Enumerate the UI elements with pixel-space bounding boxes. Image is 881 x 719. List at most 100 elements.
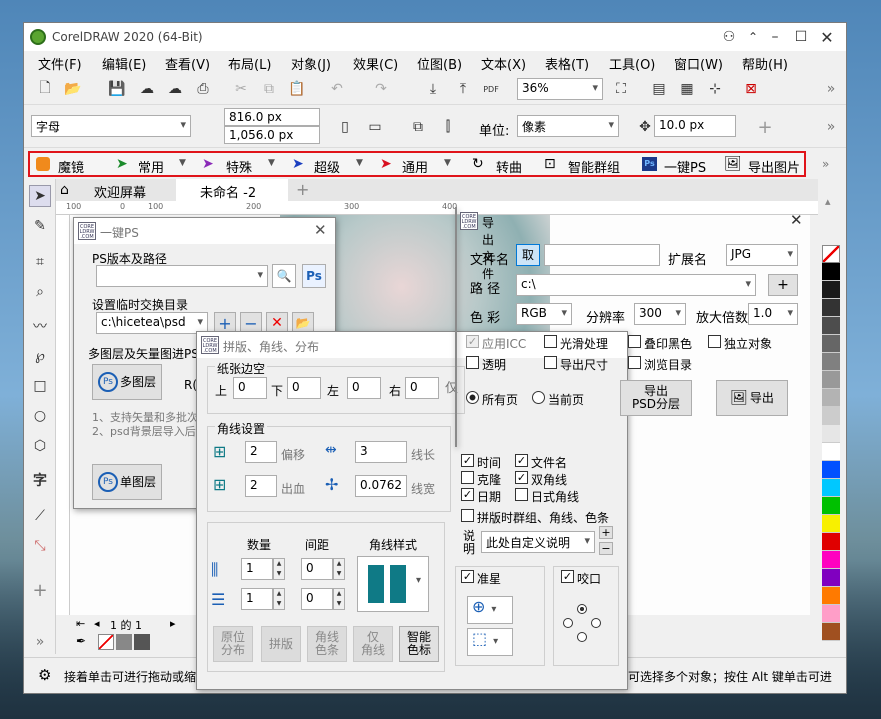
scale-select[interactable]: 1.0 [748, 303, 798, 325]
swatch-gray20[interactable] [822, 407, 840, 425]
account-icon[interactable]: ⚇ [718, 26, 740, 48]
polygon-tool-icon[interactable]: ⬡ [29, 435, 51, 457]
swatch-orange[interactable] [822, 587, 840, 605]
corner-only-button[interactable]: 仅 角线 [353, 626, 393, 662]
swatch-red[interactable] [822, 533, 840, 551]
guidelines-icon[interactable]: ⊹ [704, 78, 726, 100]
swatch-gray70[interactable] [822, 317, 840, 335]
time-checkbox[interactable]: ✓ [461, 454, 474, 467]
swatch-blue[interactable] [822, 461, 840, 479]
plugin-convert-curve[interactable]: 转曲 [496, 157, 522, 176]
temp-dir-select[interactable]: c:\hicetea\psd [96, 312, 208, 334]
plugin-magic-mirror[interactable]: 魔镜 [58, 157, 84, 176]
freehand-tool-icon[interactable]: 〰 [29, 315, 51, 337]
propbar-overflow-icon[interactable]: » [820, 116, 842, 138]
japanese-corner-checkbox[interactable] [515, 488, 528, 501]
plugin-general[interactable]: 通用 [402, 157, 428, 176]
swatch-white[interactable] [822, 443, 840, 461]
rows-spinner[interactable]: ▲ ▼ [273, 588, 285, 610]
first-page-icon[interactable]: ⇤ [76, 617, 85, 630]
ps-panel-close-icon[interactable]: ✕ [314, 221, 327, 239]
export-button[interactable]: 🖼 导出 [716, 380, 788, 416]
plugin-special[interactable]: 特殊 [226, 157, 252, 176]
swatch-gray60[interactable] [822, 335, 840, 353]
target-style-select[interactable]: ⊕ ▾ [467, 596, 513, 624]
smoothing-checkbox[interactable] [544, 335, 557, 348]
new-document-icon[interactable]: 🗋 [34, 78, 56, 100]
crop-tool-icon[interactable]: ⌗ [29, 251, 51, 273]
add-icon[interactable]: + [754, 116, 776, 138]
filename-input[interactable] [544, 244, 660, 266]
zoom-select[interactable]: 36% [517, 78, 603, 100]
pdf-icon[interactable]: PDF [480, 78, 502, 100]
paste-icon[interactable]: 📋 [286, 78, 308, 100]
open-icon[interactable]: 📂 [62, 78, 84, 100]
prev-page-icon[interactable]: ◂ [94, 617, 100, 630]
text-tool-icon[interactable]: 字 [29, 469, 51, 491]
eyedropper-icon[interactable]: ✒ [76, 634, 86, 648]
margin-top-field[interactable]: 0 [233, 377, 267, 399]
plugin-smart-group[interactable]: 智能群组 [568, 157, 620, 176]
zoom-tool-icon[interactable]: ⌕ [29, 281, 51, 303]
toolbox-overflow-icon[interactable]: » [29, 631, 51, 653]
ps-version-select[interactable] [96, 265, 268, 287]
palette-up-icon[interactable]: ▴ [825, 195, 831, 208]
menu-object[interactable]: 对象(J) [291, 54, 331, 73]
minimize-icon[interactable]: – [764, 26, 786, 48]
ellipse-tool-icon[interactable]: ○ [29, 405, 51, 427]
menu-view[interactable]: 查看(V) [165, 54, 210, 73]
menu-bitmap[interactable]: 位图(B) [417, 54, 462, 73]
nudge-field[interactable]: 10.0 px [654, 115, 736, 137]
snap-off-icon[interactable]: ⊠ [740, 78, 762, 100]
overprint-black-checkbox[interactable] [628, 335, 641, 348]
redo-icon[interactable]: ↷ [370, 78, 392, 100]
settings-gear-icon[interactable]: ⚙ [38, 666, 51, 684]
separate-objects-checkbox[interactable] [708, 335, 721, 348]
special-dropdown-icon[interactable]: ▼ [268, 158, 275, 168]
swatch-gray50[interactable] [822, 353, 840, 371]
columns-field[interactable]: 1 [241, 558, 273, 580]
menu-effects[interactable]: 效果(C) [353, 54, 398, 73]
swatch-black[interactable] [822, 263, 840, 281]
copy-icon[interactable]: ⧉ [258, 78, 280, 100]
toolbar-overflow-icon[interactable]: » [820, 78, 842, 100]
general-dropdown-icon[interactable]: ▼ [444, 158, 451, 168]
vgap-spinner[interactable]: ▲ ▼ [333, 588, 345, 610]
export-icon[interactable]: ⤒ [452, 78, 474, 100]
common-dropdown-icon[interactable]: ▼ [179, 158, 186, 168]
swatch-gray[interactable] [116, 634, 132, 650]
path-add-icon[interactable]: + [768, 274, 798, 296]
ribbon-toggle-icon[interactable]: ⌃ [742, 26, 764, 48]
portrait-icon[interactable]: ▯ [334, 116, 356, 138]
artistic-media-icon[interactable]: ℘ [29, 345, 51, 367]
single-layer-button[interactable]: Ps 单图层 [92, 464, 162, 500]
swatch-gray90[interactable] [822, 281, 840, 299]
offset-field[interactable]: 2 [245, 441, 277, 463]
swatch-magenta[interactable] [822, 551, 840, 569]
double-corner-checkbox[interactable]: ✓ [515, 471, 528, 484]
export-panel-close-icon[interactable]: ✕ [790, 211, 803, 229]
page-width-field[interactable]: 816.0 px [224, 108, 320, 126]
menu-help[interactable]: 帮助(H) [742, 54, 788, 73]
page-layout-icon[interactable]: ⧉ [407, 116, 429, 138]
margin-bottom-field[interactable]: 0 [287, 377, 321, 399]
rectangle-tool-icon[interactable]: □ [29, 375, 51, 397]
grid-icon[interactable]: ▦ [676, 78, 698, 100]
page-align-icon[interactable]: ⫿ [437, 116, 459, 138]
line-tool-icon[interactable]: ⟋ [29, 505, 51, 527]
description-select[interactable]: 此处自定义说明 [481, 531, 595, 553]
swatch-purple[interactable] [822, 569, 840, 587]
bite-right-radio[interactable] [591, 618, 601, 628]
unit-select[interactable]: 像素 [517, 115, 619, 137]
clone-checkbox[interactable] [461, 471, 474, 484]
menu-tools[interactable]: 工具(O) [609, 54, 655, 73]
swatch-gray10[interactable] [822, 425, 840, 443]
apply-icc-checkbox[interactable]: ✓ [466, 335, 479, 348]
bite-left-radio[interactable] [563, 618, 573, 628]
toolbox-add-icon[interactable]: + [29, 579, 51, 601]
plugin-super[interactable]: 超级 [314, 157, 340, 176]
home-icon[interactable]: ⌂ [60, 182, 69, 198]
export-psd-layers-button[interactable]: 导出 PSD分层 [620, 380, 692, 416]
ps-launch-icon[interactable]: Ps [302, 264, 326, 288]
menu-edit[interactable]: 编辑(E) [102, 54, 146, 73]
